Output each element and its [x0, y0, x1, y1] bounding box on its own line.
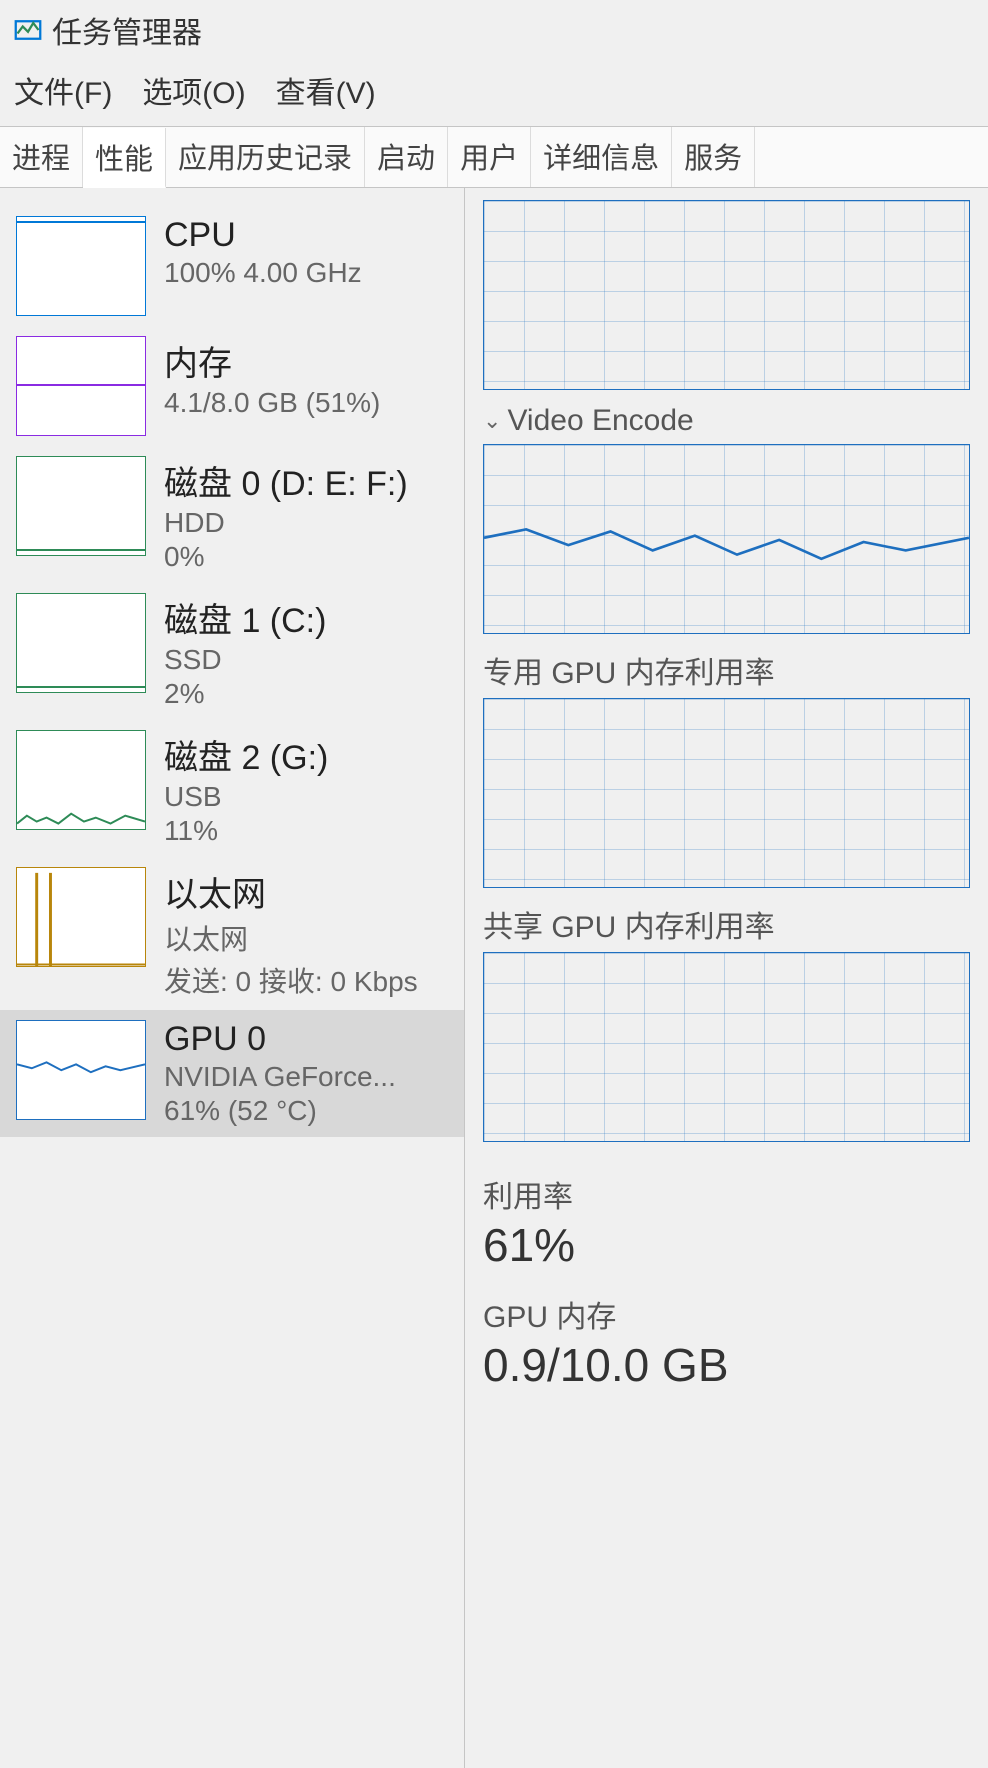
tab-startup[interactable]: 启动	[365, 127, 448, 187]
titlebar: 任务管理器	[0, 0, 988, 60]
cpu-sub: 100% 4.00 GHz	[164, 257, 448, 289]
menu-file[interactable]: 文件(F)	[14, 68, 112, 112]
ethernet-iface: 以太网	[164, 918, 448, 958]
gpu-graph-shared-mem[interactable]	[483, 952, 970, 1142]
disk2-type: USB	[164, 781, 448, 813]
cpu-title: CPU	[164, 216, 448, 255]
disk1-pct: 2%	[164, 678, 448, 710]
gpu-detail-pane: ⌄ Video Encode 专用 GPU 内存利用率 共享 GPU 内存利用率…	[465, 188, 988, 1768]
disk0-type: HDD	[164, 507, 448, 539]
video-encode-header[interactable]: ⌄ Video Encode	[483, 404, 970, 438]
sidebar-item-disk2[interactable]: 磁盘 2 (G:) USB 11%	[0, 720, 464, 857]
tab-app-history[interactable]: 应用历史记录	[166, 127, 365, 187]
disk0-pct: 0%	[164, 541, 448, 573]
gpu0-sparkline	[16, 1020, 146, 1120]
memory-sparkline	[16, 336, 146, 436]
disk0-title: 磁盘 0 (D: E: F:)	[164, 456, 448, 505]
ethernet-net: 发送: 0 接收: 0 Kbps	[164, 960, 448, 1000]
disk2-title: 磁盘 2 (G:)	[164, 730, 448, 779]
util-label: 利用率	[483, 1172, 970, 1216]
sidebar-item-disk1[interactable]: 磁盘 1 (C:) SSD 2%	[0, 583, 464, 720]
ethernet-sparkline	[16, 867, 146, 967]
cpu-sparkline	[16, 216, 146, 316]
disk0-sparkline	[16, 456, 146, 556]
gpu-mem-value: 0.9/10.0 GB	[483, 1338, 970, 1392]
gpu-graph-dedicated-mem[interactable]	[483, 698, 970, 888]
tab-users[interactable]: 用户	[448, 127, 531, 187]
menu-view[interactable]: 查看(V)	[276, 68, 376, 112]
menubar: 文件(F) 选项(O) 查看(V)	[0, 60, 988, 126]
disk2-sparkline	[16, 730, 146, 830]
menu-options[interactable]: 选项(O)	[142, 68, 245, 112]
shared-mem-label: 共享 GPU 内存利用率	[483, 902, 970, 946]
ethernet-title: 以太网	[164, 867, 448, 916]
dedicated-mem-label: 专用 GPU 内存利用率	[483, 648, 970, 692]
memory-title: 内存	[164, 336, 448, 385]
tab-services[interactable]: 服务	[672, 127, 755, 187]
tab-details[interactable]: 详细信息	[531, 127, 672, 187]
window-title: 任务管理器	[52, 8, 202, 52]
tab-performance[interactable]: 性能	[83, 128, 166, 188]
gpu-graph-video-encode[interactable]	[483, 444, 970, 634]
gpu-graph-3d[interactable]	[483, 200, 970, 390]
disk1-title: 磁盘 1 (C:)	[164, 593, 448, 642]
gpu0-title: GPU 0	[164, 1020, 448, 1059]
gpu0-stat: 61% (52 °C)	[164, 1095, 448, 1127]
chevron-down-icon: ⌄	[483, 408, 501, 434]
video-encode-label: Video Encode	[507, 404, 693, 438]
tab-strip: 进程 性能 应用历史记录 启动 用户 详细信息 服务	[0, 126, 988, 188]
disk1-sparkline	[16, 593, 146, 693]
sidebar-item-disk0[interactable]: 磁盘 0 (D: E: F:) HDD 0%	[0, 446, 464, 583]
performance-sidebar[interactable]: CPU 100% 4.00 GHz 内存 4.1/8.0 GB (51%) 磁盘…	[0, 188, 465, 1768]
util-value: 61%	[483, 1218, 970, 1272]
disk2-pct: 11%	[164, 815, 448, 847]
sidebar-item-cpu[interactable]: CPU 100% 4.00 GHz	[0, 206, 464, 326]
sidebar-item-memory[interactable]: 内存 4.1/8.0 GB (51%)	[0, 326, 464, 446]
gpu-mem-label: GPU 内存	[483, 1292, 970, 1336]
sidebar-item-ethernet[interactable]: 以太网 以太网 发送: 0 接收: 0 Kbps	[0, 857, 464, 1010]
disk1-type: SSD	[164, 644, 448, 676]
tab-processes[interactable]: 进程	[0, 127, 83, 187]
memory-sub: 4.1/8.0 GB (51%)	[164, 387, 448, 419]
gpu0-name: NVIDIA GeForce...	[164, 1061, 448, 1093]
sidebar-item-gpu0[interactable]: GPU 0 NVIDIA GeForce... 61% (52 °C)	[0, 1010, 464, 1137]
task-manager-icon	[14, 16, 42, 44]
